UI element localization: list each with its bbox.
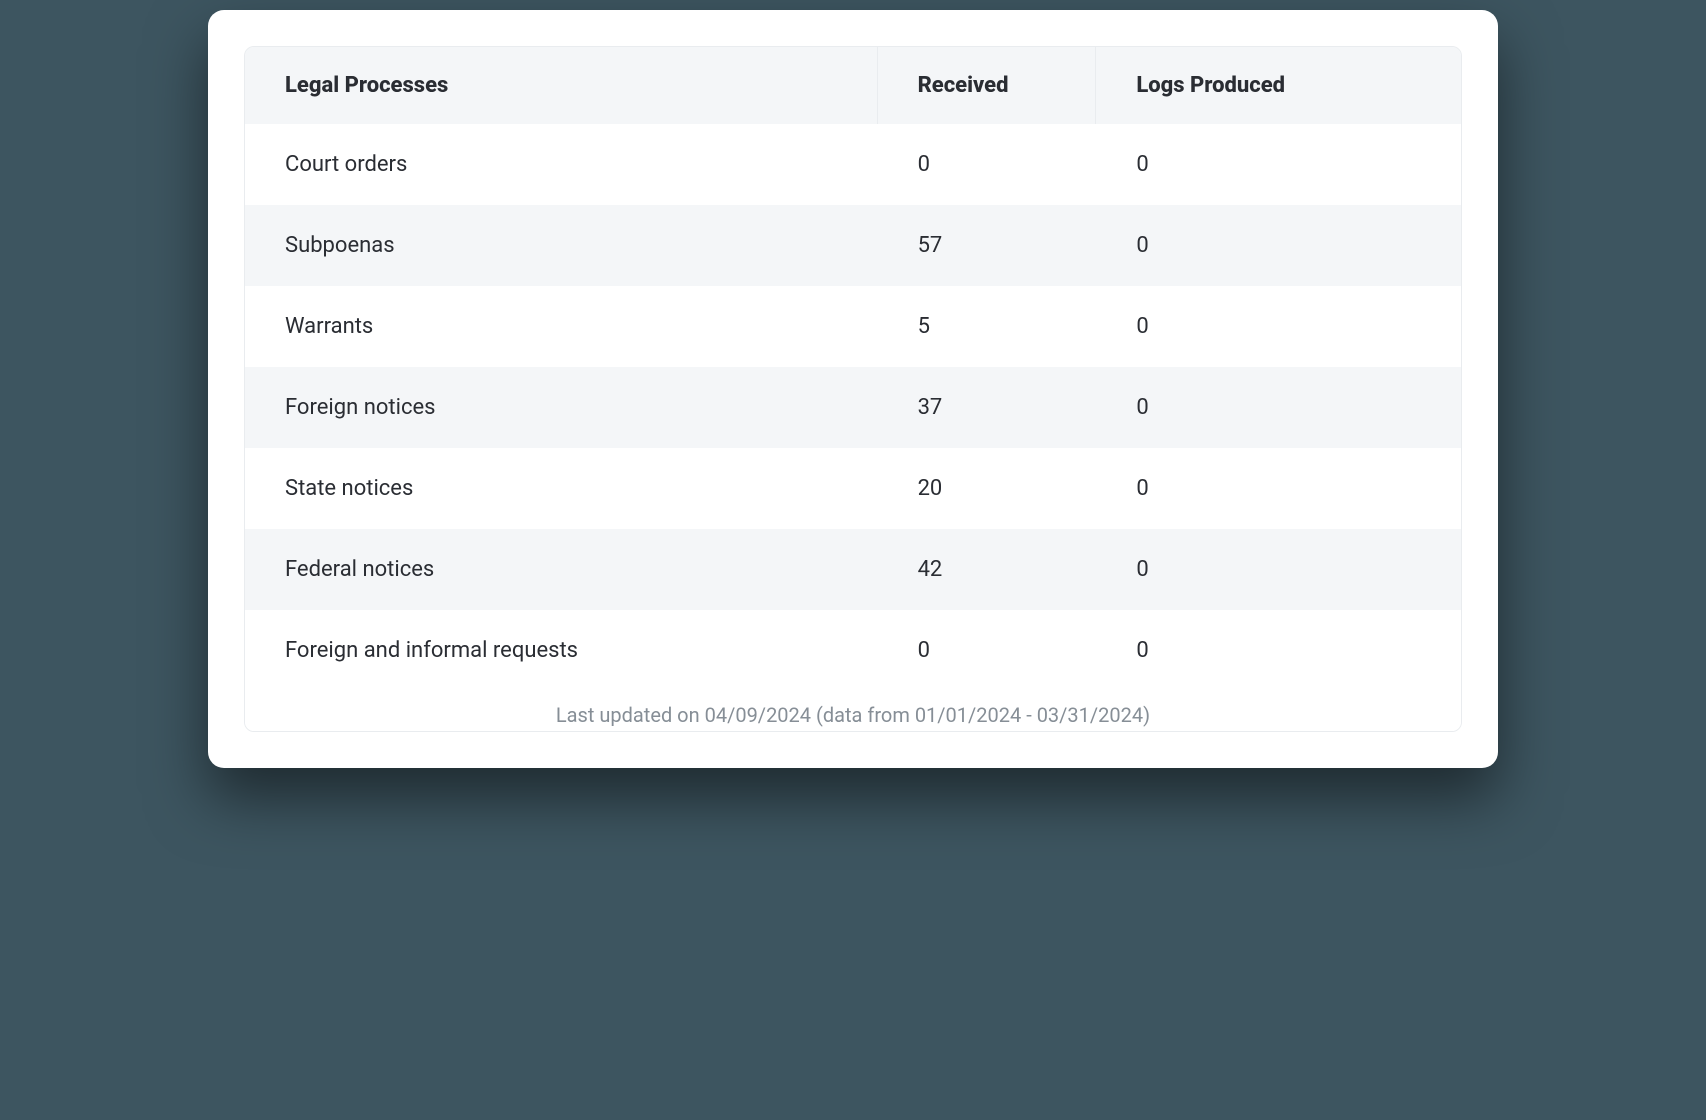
table-row: Court orders 0 0 [245, 124, 1461, 205]
table-wrapper: Legal Processes Received Logs Produced C… [244, 46, 1462, 732]
table-row: Warrants 5 0 [245, 286, 1461, 367]
cell-received: 57 [877, 205, 1096, 286]
table-header-row: Legal Processes Received Logs Produced [245, 47, 1461, 124]
table-row: Federal notices 42 0 [245, 529, 1461, 610]
cell-logs: 0 [1096, 286, 1461, 367]
table-row: Subpoenas 57 0 [245, 205, 1461, 286]
cell-logs: 0 [1096, 529, 1461, 610]
cell-logs: 0 [1096, 448, 1461, 529]
col-header-process: Legal Processes [245, 47, 877, 124]
cell-logs: 0 [1096, 205, 1461, 286]
cell-logs: 0 [1096, 367, 1461, 448]
cell-process: State notices [245, 448, 877, 529]
table-row: Foreign and informal requests 0 0 [245, 610, 1461, 691]
cell-process: Foreign and informal requests [245, 610, 877, 691]
table-row: State notices 20 0 [245, 448, 1461, 529]
cell-received: 5 [877, 286, 1096, 367]
table-footer-note: Last updated on 04/09/2024 (data from 01… [245, 691, 1461, 731]
cell-process: Warrants [245, 286, 877, 367]
cell-process: Subpoenas [245, 205, 877, 286]
cell-logs: 0 [1096, 610, 1461, 691]
cell-received: 42 [877, 529, 1096, 610]
cell-received: 0 [877, 124, 1096, 205]
cell-logs: 0 [1096, 124, 1461, 205]
col-header-logs: Logs Produced [1096, 47, 1461, 124]
cell-process: Federal notices [245, 529, 877, 610]
cell-process: Foreign notices [245, 367, 877, 448]
cell-received: 0 [877, 610, 1096, 691]
cell-process: Court orders [245, 124, 877, 205]
col-header-received: Received [877, 47, 1096, 124]
table-row: Foreign notices 37 0 [245, 367, 1461, 448]
cell-received: 37 [877, 367, 1096, 448]
legal-processes-table: Legal Processes Received Logs Produced C… [245, 47, 1461, 691]
cell-received: 20 [877, 448, 1096, 529]
table-card: Legal Processes Received Logs Produced C… [208, 10, 1498, 768]
